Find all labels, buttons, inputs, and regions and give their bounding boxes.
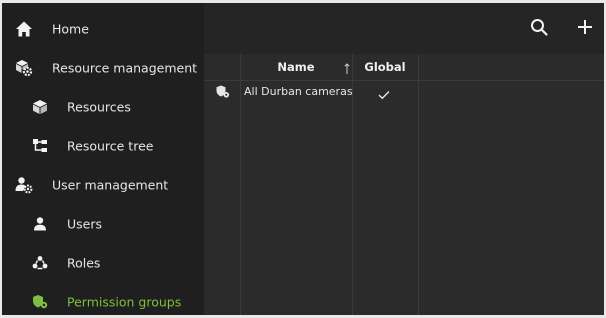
table-header: Name Global	[204, 54, 604, 81]
column-header-label: Global	[364, 60, 406, 74]
resource-management-icon	[15, 59, 33, 77]
sidebar-item-home[interactable]: Home	[2, 9, 204, 48]
row-name: All Durban cameras	[244, 85, 353, 98]
check-icon	[378, 85, 390, 104]
permission-group-icon	[216, 84, 230, 98]
home-icon	[15, 20, 33, 38]
sidebar-item-label: Resources	[67, 99, 131, 114]
sidebar-item-permission-groups[interactable]: Permission groups	[2, 282, 204, 315]
sidebar-item-roles[interactable]: Roles	[2, 243, 204, 282]
cube-icon	[31, 98, 49, 116]
add-button[interactable]	[574, 18, 596, 40]
sidebar-item-label: Roles	[67, 255, 101, 270]
roles-icon	[31, 254, 49, 272]
search-icon	[530, 18, 548, 40]
sidebar-item-resources[interactable]: Resources	[2, 87, 204, 126]
column-header-name[interactable]: Name	[240, 54, 352, 80]
sidebar-item-label: Resource management	[52, 60, 198, 75]
sidebar: Home Resource management Resources Resou…	[2, 3, 204, 315]
sidebar-item-resource-tree[interactable]: Resource tree	[2, 126, 204, 165]
column-header-global[interactable]: Global	[352, 54, 418, 80]
user-icon	[31, 215, 49, 233]
table-row[interactable]: All Durban cameras	[204, 81, 604, 103]
sidebar-item-label: Resource tree	[67, 138, 154, 153]
sidebar-item-label: User management	[52, 177, 169, 192]
tree-icon	[31, 137, 49, 155]
sidebar-item-label: Users	[67, 216, 103, 231]
sidebar-item-resource-management[interactable]: Resource management	[2, 48, 204, 87]
toolbar	[204, 3, 604, 54]
app-window: Home Resource management Resources Resou…	[2, 3, 604, 315]
sidebar-item-label: Home	[52, 21, 89, 36]
sidebar-item-label: Permission groups	[67, 294, 182, 309]
column-header-label: Name	[277, 60, 315, 74]
user-management-icon	[15, 176, 33, 194]
sidebar-item-user-management[interactable]: User management	[2, 165, 204, 204]
permission-group-icon	[31, 293, 49, 311]
search-button[interactable]	[528, 18, 550, 40]
permission-groups-table: Name Global All Durban cameras	[204, 54, 604, 315]
sidebar-item-users[interactable]: Users	[2, 204, 204, 243]
plus-icon	[577, 19, 593, 39]
sort-ascending-icon	[344, 60, 350, 79]
